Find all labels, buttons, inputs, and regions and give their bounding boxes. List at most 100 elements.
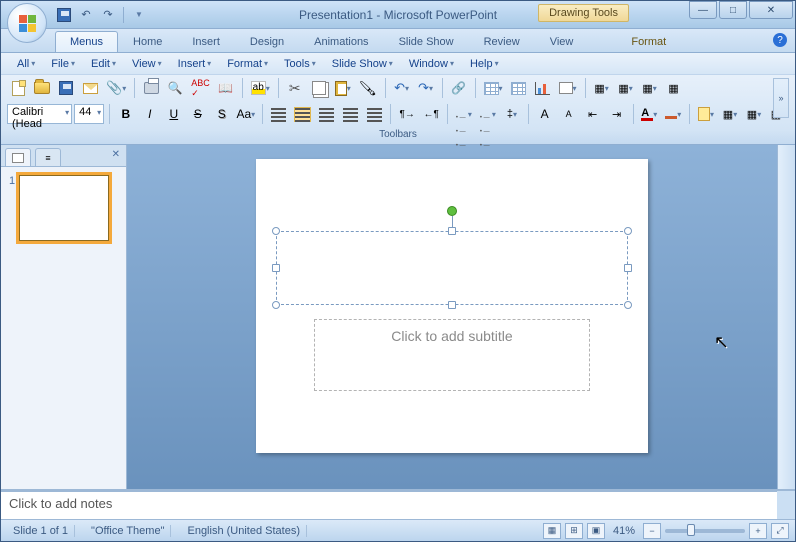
tab-review[interactable]: Review — [469, 31, 535, 52]
undo-button[interactable]: ↶▾ — [391, 77, 413, 99]
qat-customize-button[interactable]: ▼ — [130, 6, 148, 24]
menu-insert[interactable]: Insert▾ — [172, 56, 218, 72]
insert-table-button[interactable]: ▾ — [481, 77, 506, 99]
menu-tools[interactable]: Tools▾ — [278, 56, 322, 72]
bullets-button[interactable]: ▾ — [453, 103, 475, 125]
maximize-button[interactable]: □ — [719, 1, 747, 19]
tab-view[interactable]: View — [535, 31, 589, 52]
tab-design[interactable]: Design — [235, 31, 299, 52]
menu-window[interactable]: Window▾ — [403, 56, 460, 72]
open-button[interactable] — [31, 77, 53, 99]
align-right-button[interactable] — [315, 103, 337, 125]
slide-canvas[interactable]: Click to add subtitle — [256, 159, 648, 453]
decrease-indent-button[interactable]: ⇤ — [582, 103, 604, 125]
rotation-handle[interactable] — [447, 206, 457, 216]
save-button[interactable] — [55, 77, 77, 99]
qat-save-button[interactable] — [55, 6, 73, 24]
format-painter-button[interactable]: 🖌 — [356, 77, 380, 99]
slideshow-view-button[interactable]: ▣ — [587, 523, 605, 539]
font-size-combo[interactable]: 44▾ — [74, 104, 104, 124]
line-color-button[interactable]: ▾ — [662, 103, 684, 125]
grow-font-button[interactable]: A — [534, 103, 556, 125]
tables-borders-button[interactable] — [508, 77, 530, 99]
underline-button[interactable]: U — [163, 103, 185, 125]
fill-color-button[interactable]: ▾ — [695, 103, 717, 125]
cut-button[interactable]: ✂ — [284, 77, 306, 99]
align-left-button[interactable] — [267, 103, 289, 125]
resize-handle-bl[interactable] — [272, 301, 280, 309]
tab-home[interactable]: Home — [118, 31, 177, 52]
change-case-button[interactable]: Aa▾ — [235, 103, 257, 125]
tab-insert[interactable]: Insert — [177, 31, 235, 52]
sorter-view-button[interactable]: ⊞ — [565, 523, 583, 539]
fit-to-window-button[interactable]: ⤢ — [771, 523, 789, 539]
justify-button[interactable] — [339, 103, 361, 125]
zoom-in-button[interactable]: + — [749, 523, 767, 539]
strike-button[interactable]: S — [187, 103, 209, 125]
font-color-button[interactable]: A▾ — [638, 103, 660, 125]
resize-handle-r[interactable] — [624, 264, 632, 272]
minimize-button[interactable]: — — [689, 1, 717, 19]
menu-all[interactable]: All▾ — [11, 56, 41, 72]
resize-handle-tr[interactable] — [624, 227, 632, 235]
slide-thumbnail-1[interactable] — [19, 175, 109, 241]
resize-handle-l[interactable] — [272, 264, 280, 272]
qat-redo-button[interactable]: ↷ — [99, 6, 117, 24]
zoom-level[interactable]: 41% — [613, 525, 635, 537]
hyperlink-button[interactable]: 🔗 — [448, 77, 470, 99]
ltr-button[interactable]: ¶→ — [396, 103, 418, 125]
menu-edit[interactable]: Edit▾ — [85, 56, 122, 72]
distribute-button[interactable] — [363, 103, 385, 125]
line-spacing-button[interactable]: ‡▾ — [501, 103, 523, 125]
shrink-font-button[interactable]: A — [558, 103, 580, 125]
notes-pane[interactable]: Click to add notes — [1, 491, 777, 519]
copy-button[interactable] — [308, 77, 330, 99]
attach-button[interactable]: 📎▾ — [103, 77, 129, 99]
resize-handle-br[interactable] — [624, 301, 632, 309]
font-name-combo[interactable]: Calibri (Head▾ — [7, 104, 72, 124]
resize-handle-b[interactable] — [448, 301, 456, 309]
stack-button-2[interactable]: ▦▾ — [615, 77, 637, 99]
shadow-button[interactable]: S — [211, 103, 233, 125]
italic-button[interactable]: I — [139, 103, 161, 125]
close-button[interactable]: ✕ — [749, 1, 793, 19]
bold-button[interactable]: B — [115, 103, 137, 125]
zoom-slider[interactable] — [665, 529, 745, 533]
stack-button-4[interactable]: ▦ — [663, 77, 685, 99]
normal-view-button[interactable]: ▦ — [543, 523, 561, 539]
tab-animations[interactable]: Animations — [299, 31, 383, 52]
pane-close-button[interactable]: ✕ — [112, 149, 120, 160]
resize-handle-tl[interactable] — [272, 227, 280, 235]
insert-chart-button[interactable] — [532, 77, 554, 99]
stack-button-3[interactable]: ▦▾ — [639, 77, 661, 99]
subtitle-placeholder[interactable]: Click to add subtitle — [314, 319, 590, 391]
new-slide-button[interactable]: ▾ — [556, 77, 580, 99]
tab-slideshow[interactable]: Slide Show — [384, 31, 469, 52]
vertical-scrollbar[interactable] — [777, 145, 795, 489]
zoom-thumb[interactable] — [687, 524, 695, 536]
office-button[interactable] — [7, 3, 47, 43]
ribbon-collapse-button[interactable]: » — [773, 78, 789, 118]
resize-handle-t[interactable] — [448, 227, 456, 235]
zoom-out-button[interactable]: − — [643, 523, 661, 539]
tab-menus[interactable]: Menus — [55, 31, 118, 52]
menu-slideshow[interactable]: Slide Show▾ — [326, 56, 399, 72]
research-button[interactable]: 📖 — [215, 77, 237, 99]
outline-tab[interactable]: ≡ — [35, 148, 61, 166]
highlight-button[interactable]: ab▾ — [248, 77, 273, 99]
menu-help[interactable]: Help▾ — [464, 56, 505, 72]
print-preview-button[interactable]: 🔍 — [164, 77, 186, 99]
menu-format[interactable]: Format▾ — [221, 56, 274, 72]
rtl-button[interactable]: ←¶ — [420, 103, 442, 125]
stack-button-1[interactable]: ▦▾ — [591, 77, 613, 99]
spellcheck-button[interactable]: ABC✓ — [188, 77, 213, 99]
align-center-button[interactable] — [291, 103, 313, 125]
help-button[interactable]: ? — [773, 33, 787, 47]
paste-button[interactable]: ▾ — [332, 77, 354, 99]
tab-format[interactable]: Format — [616, 31, 681, 52]
print-button[interactable] — [140, 77, 162, 99]
qat-undo-button[interactable]: ↶ — [77, 6, 95, 24]
arrange-button[interactable]: ▦▾ — [743, 103, 765, 125]
mail-button[interactable] — [79, 77, 101, 99]
status-language[interactable]: English (United States) — [181, 525, 307, 537]
